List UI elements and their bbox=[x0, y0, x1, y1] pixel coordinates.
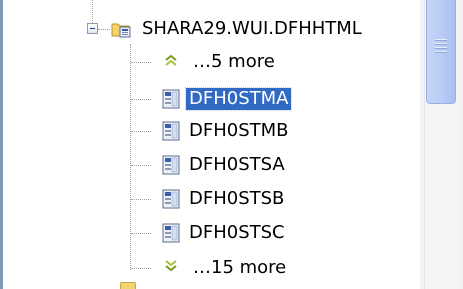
chevron-up-double-icon bbox=[162, 53, 180, 71]
html-file-icon bbox=[162, 155, 180, 175]
tree-item-label: DFH0STSC bbox=[189, 222, 285, 243]
vertical-scrollbar[interactable] bbox=[420, 0, 463, 289]
scrollbar-grip bbox=[435, 39, 447, 40]
scrollbar-thumb[interactable] bbox=[426, 0, 456, 104]
tree-connector bbox=[131, 131, 151, 132]
tree-connector bbox=[131, 199, 151, 200]
tree-item[interactable]: DFH0STSB bbox=[162, 185, 287, 213]
tree-node-label: SHARA29.WUI.DFHHTML bbox=[142, 18, 362, 39]
html-file-icon bbox=[162, 223, 180, 243]
tree-item-label: DFH0STSB bbox=[189, 188, 285, 209]
chevron-down-double-icon bbox=[162, 259, 180, 277]
scrollbar-grip bbox=[435, 43, 447, 44]
partial-folder-icon bbox=[120, 282, 136, 289]
tree-item[interactable]: DFH0STSA bbox=[162, 151, 288, 179]
tree-connector bbox=[131, 268, 151, 269]
tree-item[interactable]: DFH0STSC bbox=[162, 219, 288, 247]
tree-item[interactable]: DFH0STMB bbox=[162, 117, 292, 145]
tree-more-label: …15 more bbox=[193, 257, 287, 278]
collapse-toggle[interactable] bbox=[87, 23, 98, 34]
tree-view[interactable]: SHARA29.WUI.DFHHTML …5 more DFH0STMA DFH… bbox=[0, 0, 420, 289]
scrollbar-grip bbox=[435, 47, 447, 48]
tree-node-parent[interactable]: SHARA29.WUI.DFHHTML bbox=[111, 15, 365, 43]
tree-connector bbox=[92, 0, 93, 23]
tree-connector bbox=[131, 233, 151, 234]
tree-item-label: DFH0STMB bbox=[189, 120, 289, 141]
scrollbar-grip bbox=[435, 51, 447, 52]
html-file-icon bbox=[162, 89, 180, 109]
tree-item-label: DFH0STMA bbox=[184, 87, 293, 111]
tree-item-label: DFH0STSA bbox=[189, 154, 285, 175]
tree-connector bbox=[130, 44, 131, 270]
tree-more-below[interactable]: …15 more bbox=[162, 254, 289, 282]
html-file-icon bbox=[162, 121, 180, 141]
tree-item[interactable]: DFH0STMA bbox=[162, 85, 293, 113]
tree-connector bbox=[131, 165, 151, 166]
tree-more-above[interactable]: …5 more bbox=[162, 48, 278, 76]
tree-connector bbox=[98, 29, 110, 30]
package-folder-icon bbox=[111, 20, 133, 38]
tree-border bbox=[0, 0, 3, 289]
tree-more-label: …5 more bbox=[193, 51, 275, 72]
html-file-icon bbox=[162, 189, 180, 209]
tree-connector bbox=[131, 99, 151, 100]
tree-connector bbox=[131, 62, 151, 63]
